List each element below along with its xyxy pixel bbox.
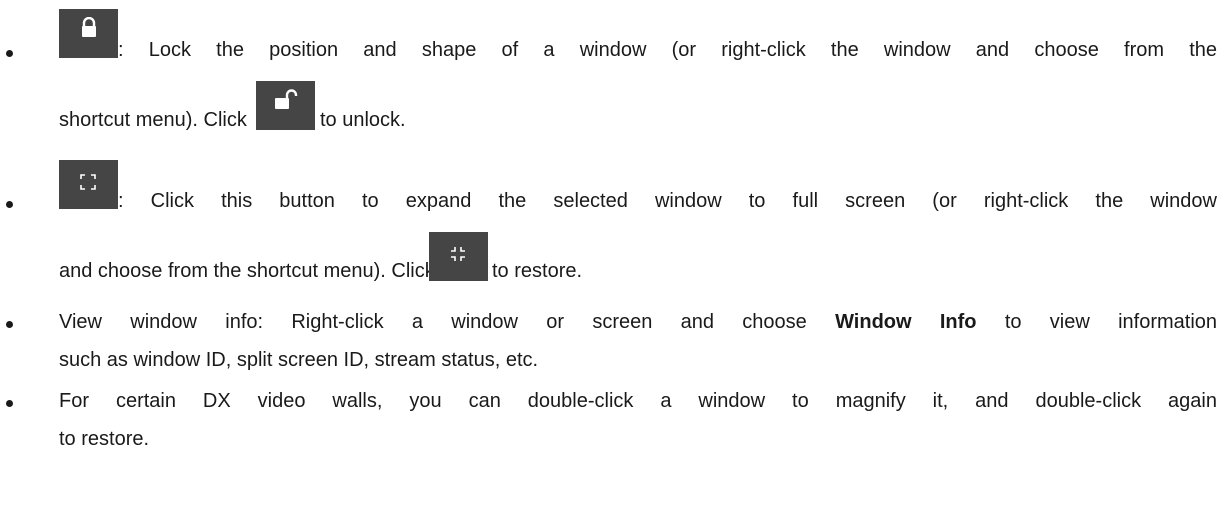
bullet-4 <box>6 400 13 407</box>
fullscreen-text-2-end: to restore. <box>492 260 583 282</box>
dx-text-2: to restore. <box>59 428 150 450</box>
dx-line-2: to restore. <box>59 427 149 451</box>
unlock-icon <box>256 81 315 130</box>
dx-line-1: For certain DX video walls, you can doub… <box>59 389 1217 413</box>
fullscreen-text-2-start: and choose from the shortcut menu). Clic… <box>59 260 435 282</box>
window-info-line-1: View window info: Right-click a window o… <box>59 310 1217 334</box>
lock-text-2-end: to unlock. <box>320 109 406 131</box>
window-info-text-2: such as window ID, split screen ID, stre… <box>59 349 539 371</box>
window-info-text-start: View window info: Right-click a window o… <box>59 311 807 333</box>
window-info-text-end: to view information <box>1004 311 1218 333</box>
fullscreen-description-line-1: : Click this button to expand the select… <box>118 189 1217 213</box>
bullet-1 <box>6 50 13 57</box>
fullscreen-description-line-2-end: to restore. <box>492 259 582 283</box>
lock-description-line-2-end: to unlock. <box>320 108 406 132</box>
lock-icon <box>59 9 118 58</box>
lock-description-line-1: : Lock the position and shape of a windo… <box>118 38 1217 62</box>
lock-description-line-2: shortcut menu). Click <box>59 108 247 132</box>
fullscreen-restore-icon <box>429 232 488 281</box>
bullet-2 <box>6 201 13 208</box>
fullscreen-expand-icon <box>59 160 118 209</box>
fullscreen-text-1: : Click this button to expand the select… <box>118 190 1217 212</box>
dx-text-1: For certain DX video walls, you can doub… <box>59 390 1217 412</box>
window-info-menu-name: Window Info <box>835 311 977 333</box>
lock-text-1: : Lock the position and shape of a windo… <box>118 39 1217 61</box>
fullscreen-description-line-2: and choose from the shortcut menu). Clic… <box>59 259 435 283</box>
bullet-3 <box>6 321 13 328</box>
window-info-line-2: such as window ID, split screen ID, stre… <box>59 348 538 372</box>
lock-text-2-start: shortcut menu). Click <box>59 109 247 131</box>
